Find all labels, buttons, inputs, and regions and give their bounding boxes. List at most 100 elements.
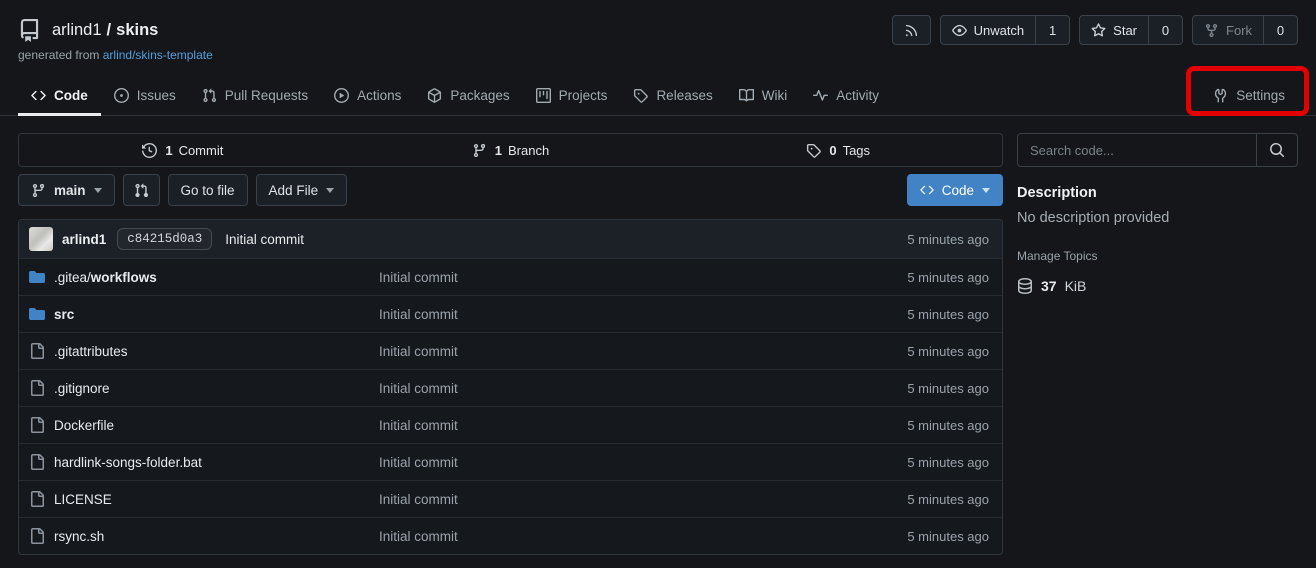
entry-commit-message[interactable]: Initial commit [379, 455, 907, 470]
goto-file-label: Go to file [181, 183, 235, 198]
entry-path-base: src [54, 307, 74, 322]
code-download-label: Code [942, 183, 974, 198]
repo-separator: / [107, 21, 112, 40]
goto-file-button[interactable]: Go to file [168, 174, 248, 206]
repo-owner-link[interactable]: arlind1 [52, 21, 102, 40]
commit-count: 1 [165, 143, 172, 158]
branches-stat[interactable]: 1 Branch [347, 134, 675, 166]
table-row: src Initial commit 5 minutes ago [19, 295, 1002, 332]
entry-path-base: LICENSE [54, 492, 112, 507]
search-input[interactable] [1018, 134, 1256, 166]
folder-icon [29, 306, 45, 322]
entry-link-gitignore[interactable]: .gitignore [29, 380, 379, 396]
folder-icon [29, 269, 45, 285]
entry-time: 5 minutes ago [907, 344, 989, 359]
commit-hash-link[interactable]: c84215d0a3 [117, 228, 212, 250]
tab-settings[interactable]: Settings [1200, 76, 1298, 115]
star-button[interactable]: Star [1080, 16, 1148, 44]
rss-icon [904, 23, 919, 38]
rss-button[interactable] [892, 15, 931, 45]
entry-commit-message[interactable]: Initial commit [379, 529, 907, 544]
commit-author-link[interactable]: arlind1 [62, 232, 106, 247]
tab-pull-requests[interactable]: Pull Requests [189, 76, 321, 115]
entry-path-base: .gitignore [54, 381, 110, 396]
eye-icon [952, 23, 967, 38]
table-row: .gitattributes Initial commit 5 minutes … [19, 332, 1002, 369]
activity-icon [813, 88, 828, 103]
repo-name-link[interactable]: skins [116, 21, 158, 40]
entry-path-base: Dockerfile [54, 418, 114, 433]
compare-button[interactable] [123, 174, 160, 206]
chevron-down-icon [982, 188, 990, 193]
table-row: .gitignore Initial commit 5 minutes ago [19, 369, 1002, 406]
code-download-button[interactable]: Code [907, 174, 1003, 206]
avatar[interactable] [29, 227, 53, 251]
main-content: 1 Commit 1 Branch 0 Tags main Go to file… [18, 133, 1003, 555]
search-button[interactable] [1256, 134, 1297, 166]
commit-time: 5 minutes ago [907, 232, 989, 247]
entry-commit-message[interactable]: Initial commit [379, 418, 907, 433]
entry-link-gitea-workflows[interactable]: .gitea/workflows [29, 269, 379, 285]
entry-path-base: workflows [91, 270, 157, 285]
branch-count-label: Branch [508, 143, 549, 158]
tab-code-label: Code [54, 88, 88, 103]
tab-wiki-label: Wiki [762, 88, 788, 103]
entry-time: 5 minutes ago [907, 307, 989, 322]
chevron-down-icon [326, 188, 334, 193]
entry-link-rsync-sh[interactable]: rsync.sh [29, 528, 379, 544]
fork-button[interactable]: Fork [1193, 16, 1263, 44]
add-file-label: Add File [269, 183, 319, 198]
entry-commit-message[interactable]: Initial commit [379, 492, 907, 507]
repo-sidebar: Description No description provided Mana… [1017, 133, 1298, 294]
commits-stat[interactable]: 1 Commit [19, 134, 347, 166]
repo-size-unit: KiB [1065, 278, 1087, 294]
entry-time: 5 minutes ago [907, 381, 989, 396]
latest-commit-row: arlind1 c84215d0a3 Initial commit 5 minu… [19, 220, 1002, 258]
tag-count-label: Tags [843, 143, 870, 158]
entry-commit-message[interactable]: Initial commit [379, 381, 907, 396]
tab-wiki[interactable]: Wiki [726, 76, 801, 115]
tab-issues-label: Issues [137, 88, 176, 103]
branch-icon [31, 183, 46, 198]
tab-packages[interactable]: Packages [414, 76, 522, 115]
entry-time: 5 minutes ago [907, 529, 989, 544]
entry-link-src[interactable]: src [29, 306, 379, 322]
file-icon [29, 454, 45, 470]
entry-commit-message[interactable]: Initial commit [379, 344, 907, 359]
tab-activity[interactable]: Activity [800, 76, 892, 115]
repo-stats-bar: 1 Commit 1 Branch 0 Tags [18, 133, 1003, 167]
entry-path-base: rsync.sh [54, 529, 104, 544]
tab-issues[interactable]: Issues [101, 76, 189, 115]
entry-commit-message[interactable]: Initial commit [379, 270, 907, 285]
manage-topics-link[interactable]: Manage Topics [1017, 249, 1098, 263]
add-file-button[interactable]: Add File [256, 174, 348, 206]
branch-selector[interactable]: main [18, 174, 115, 206]
file-icon [29, 417, 45, 433]
entry-link-license[interactable]: LICENSE [29, 491, 379, 507]
entry-path-base: hardlink-songs-folder.bat [54, 455, 202, 470]
unwatch-button[interactable]: Unwatch [941, 16, 1036, 44]
tab-projects[interactable]: Projects [523, 76, 621, 115]
repo-tabbar: Code Issues Pull Requests Actions Packag… [0, 76, 1316, 116]
tab-actions[interactable]: Actions [321, 76, 414, 115]
packages-icon [427, 88, 442, 103]
commit-message-link[interactable]: Initial commit [225, 232, 304, 247]
tag-icon [806, 143, 821, 158]
tab-code[interactable]: Code [18, 76, 101, 115]
watch-count[interactable]: 1 [1035, 16, 1069, 44]
tab-releases-label: Releases [656, 88, 712, 103]
repo-icon [18, 19, 41, 42]
entry-link-dockerfile[interactable]: Dockerfile [29, 417, 379, 433]
tab-releases[interactable]: Releases [620, 76, 725, 115]
entry-commit-message[interactable]: Initial commit [379, 307, 907, 322]
unwatch-label: Unwatch [974, 23, 1025, 38]
file-icon [29, 491, 45, 507]
star-count[interactable]: 0 [1148, 16, 1182, 44]
releases-icon [633, 88, 648, 103]
entry-link-hardlink-songs-folder-bat[interactable]: hardlink-songs-folder.bat [29, 454, 379, 470]
entry-link-gitattributes[interactable]: .gitattributes [29, 343, 379, 359]
tags-stat[interactable]: 0 Tags [674, 134, 1002, 166]
fork-count[interactable]: 0 [1263, 16, 1297, 44]
template-repo-link[interactable]: arlind/skins-template [103, 48, 213, 62]
repo-header: arlind1 / skins Unwatch 1 [18, 0, 1298, 62]
